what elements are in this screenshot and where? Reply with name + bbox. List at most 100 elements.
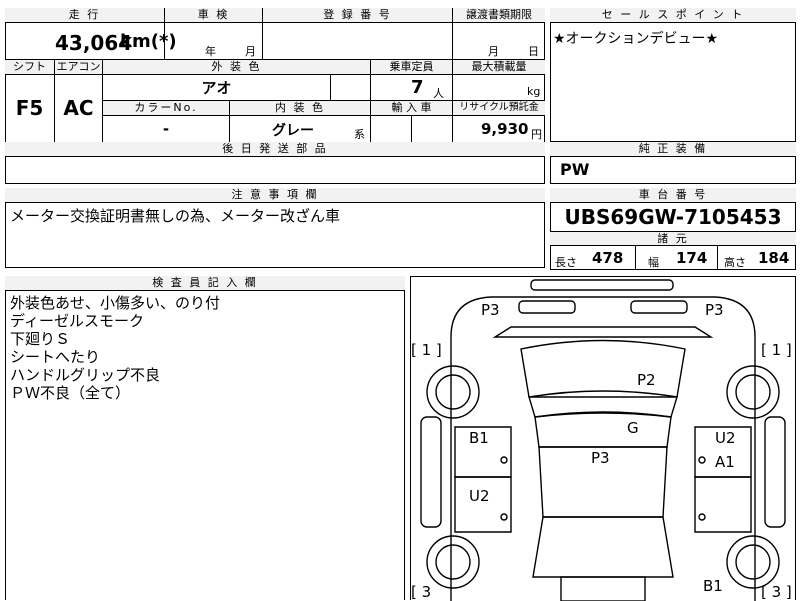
- max-load-unit: kg: [527, 85, 541, 98]
- mark-tire-front-left: [ 1 ]: [411, 341, 442, 359]
- color-no-header: カラーNo.: [103, 101, 230, 116]
- right-side-strip: [764, 416, 786, 528]
- inspector-remarks: 外装色あせ、小傷多い、のり付 ディーゼルスモーク 下廻りＳ シートへたり ハンド…: [10, 294, 220, 402]
- mark-hood: P2: [637, 371, 656, 389]
- inspection-value-cell: 年 月: [165, 23, 263, 60]
- body-sides: [450, 337, 756, 601]
- interior-color-label: 内 装 色: [275, 101, 325, 114]
- left-front-handle: [500, 456, 508, 464]
- mark-right-front-door-a: U2: [715, 429, 736, 447]
- max-load-header: 最大積載量: [453, 60, 545, 75]
- right-front-handle: [698, 456, 706, 464]
- chassis-header: 車 台 番 号: [550, 188, 796, 203]
- max-load-label: 最大積載量: [471, 60, 527, 73]
- roof-front: [534, 412, 672, 448]
- color-no-cell: -: [103, 116, 230, 142]
- capacity-header: 乗車定員: [371, 60, 453, 75]
- inspector-header: 検 査 員 記 入 欄: [5, 276, 405, 291]
- car-diagram-box: P3 P3 [ 1 ] [ 1 ] P2 G P3 B1 U2 U2 A1 B1…: [410, 276, 796, 601]
- transfer-header: 譲渡書類期限: [453, 8, 545, 23]
- sales-point-box: [550, 8, 796, 142]
- mileage-header: 走 行: [5, 8, 165, 23]
- import-cell-b: [412, 116, 453, 142]
- inspection-year: 年: [205, 45, 216, 58]
- dim-length-value: 478: [592, 249, 624, 267]
- car-diagram: P3 P3 [ 1 ] [ 1 ] P2 G P3 B1 U2 U2 A1 B1…: [411, 279, 792, 601]
- hood: [520, 339, 686, 398]
- right-front-wheel: [726, 365, 780, 419]
- remark-line: 外装色あせ、小傷多い、のり付: [10, 294, 221, 312]
- recycle-unit: 円: [531, 128, 542, 141]
- left-front-wheel-inner: [435, 374, 471, 410]
- grille: [492, 326, 714, 338]
- inspection-label: 車 検: [197, 8, 230, 21]
- exterior-color-cell: アオ: [103, 75, 331, 101]
- inspection-header: 車 検: [165, 8, 263, 23]
- interior-color-cell: グレー 系: [230, 116, 371, 142]
- mark-roof-front: G: [627, 419, 639, 437]
- front-bumper-top: [530, 279, 674, 291]
- notes-text: メーター交換証明書無しの為、メーター改ざん車: [10, 207, 341, 225]
- registration-header: 登 録 番 号: [263, 8, 453, 23]
- capacity-value: 7: [411, 77, 424, 98]
- capacity-cell: 7 人: [371, 75, 453, 101]
- max-load-cell: kg: [453, 75, 545, 101]
- dim-width-label: 幅: [648, 256, 659, 269]
- capacity-label: 乗車定員: [389, 60, 434, 73]
- mark-p3-top-right: P3: [705, 301, 724, 319]
- later-parts-label: 後 日 発 送 部 品: [222, 142, 328, 155]
- mileage-label: 走 行: [68, 8, 101, 21]
- color-no-label: カラーNo.: [134, 101, 198, 114]
- aircon-label: エアコン: [56, 60, 101, 73]
- dim-width-cell: 幅 174: [636, 246, 718, 270]
- sales-point-text: ★オークションデビュー★: [553, 31, 719, 47]
- right-rear-wheel-inner: [735, 544, 771, 580]
- transfer-month: 月: [488, 45, 499, 58]
- sales-point-label: セ ー ル ス ポ イ ン ト: [601, 8, 745, 21]
- transfer-label: 譲渡書類期限: [466, 8, 532, 21]
- mileage-value-cell: 43,064 km(*): [5, 23, 177, 60]
- left-rear-wheel-inner: [435, 544, 471, 580]
- dim-length-label: 長さ: [555, 256, 577, 269]
- dim-length-cell: 長さ 478: [550, 246, 636, 270]
- inspector-label: 検 査 員 記 入 欄: [152, 276, 258, 289]
- right-headlight: [630, 300, 688, 314]
- interior-color-suffix: 系: [354, 128, 365, 141]
- mark-right-front-door-b: A1: [715, 453, 735, 471]
- registration-value-cell: [263, 23, 453, 60]
- notes-label: 注 意 事 項 欄: [231, 188, 319, 201]
- interior-color-value: グレー: [272, 123, 314, 139]
- remark-line: 下廻りＳ: [10, 330, 71, 348]
- remark-line: ハンドルグリップ不良: [10, 366, 161, 384]
- left-side-strip: [420, 416, 442, 528]
- remark-line: ＰＷ不良（全て）: [10, 384, 131, 402]
- right-rear-door: [694, 476, 752, 533]
- notes-header: 注 意 事 項 欄: [5, 188, 545, 203]
- right-rear-handle: [698, 513, 706, 521]
- sales-point-header: セ ー ル ス ポ イ ン ト: [550, 8, 796, 23]
- recycle-label: リサイクル預託金: [459, 102, 539, 113]
- import-label: 輸 入 車: [391, 101, 432, 114]
- right-front-wheel-inner: [735, 374, 771, 410]
- aircon-value: AC: [63, 96, 94, 120]
- shift-label: シフト: [13, 60, 46, 73]
- capacity-unit: 人: [433, 87, 444, 100]
- mark-tire-rear-left: [ 3: [411, 583, 431, 601]
- shift-value-cell: F5: [5, 75, 55, 142]
- recycle-cell: 9,930 円: [453, 116, 545, 142]
- remark-line: ディーゼルスモーク: [10, 312, 144, 330]
- mark-rear-right: B1: [703, 577, 723, 595]
- right-rear-wheel: [726, 535, 780, 589]
- left-rear-wheel: [426, 535, 480, 589]
- genuine-equipment-label: 純 正 装 備: [638, 142, 708, 155]
- tailgate: [560, 576, 646, 601]
- mark-tire-rear-right: [ 3 ]: [761, 583, 792, 601]
- mark-left-front-door: B1: [469, 429, 489, 447]
- import-cell-a: [371, 116, 412, 142]
- aircon-header: エアコン: [55, 60, 103, 75]
- transfer-value-cell: 月 日: [453, 23, 545, 60]
- mark-left-rear-door: U2: [469, 487, 490, 505]
- interior-color-header: 内 装 色: [230, 101, 371, 116]
- import-header: 輸 入 車: [371, 101, 453, 116]
- left-rear-handle: [500, 513, 508, 521]
